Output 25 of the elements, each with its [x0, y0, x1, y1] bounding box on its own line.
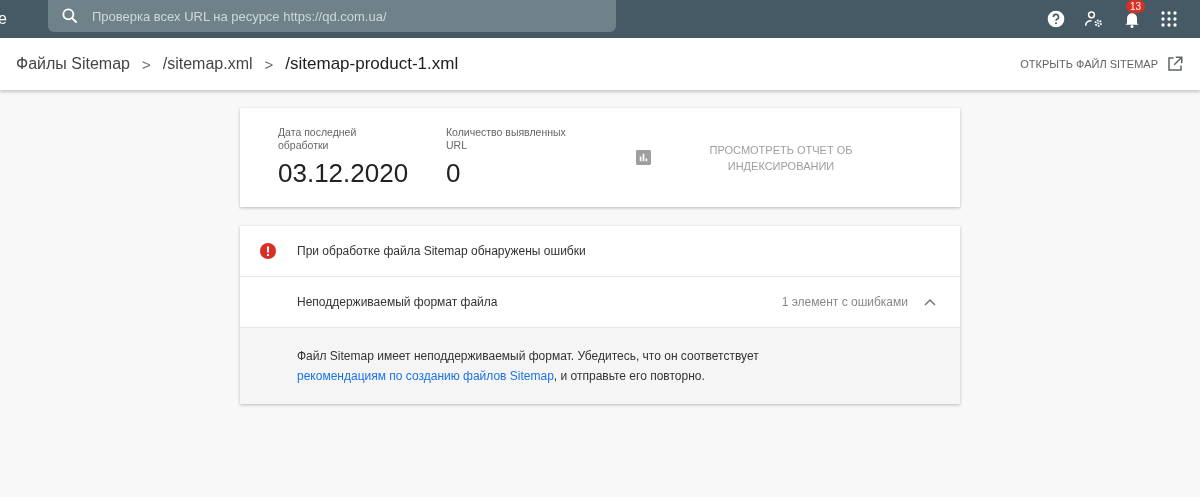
error-title: При обработке файла Sitemap обнаружены ошибки [297, 244, 586, 258]
user-settings-icon[interactable] [1084, 9, 1104, 29]
apps-grid-icon[interactable] [1160, 10, 1178, 28]
stat-label: Количество выявленных URL [446, 126, 567, 152]
external-link-icon [1166, 55, 1184, 73]
stat-label: Дата последней обработки [278, 126, 358, 152]
breadcrumb-link[interactable]: /sitemap.xml [162, 55, 253, 73]
notification-badge: 13 [1126, 0, 1146, 13]
bar-chart-icon [636, 150, 651, 165]
help-icon[interactable] [1046, 9, 1066, 29]
breadcrumb-separator: > [264, 55, 274, 73]
search-icon [60, 6, 80, 26]
error-count: 1 элемент с ошибками [781, 295, 908, 309]
open-sitemap-button[interactable]: ОТКРЫТЬ ФАЙЛ SITEMAP [1020, 55, 1184, 73]
search-field[interactable]: Проверка всех URL на ресурсе https://qd.com.ua/ [48, 0, 616, 32]
guidelines-link[interactable]: рекомендациям по созданию файлов Sitemap [297, 369, 554, 383]
breadcrumb-link[interactable]: /sitemap-product-1.xml [285, 54, 459, 74]
stat-value: 0 [446, 158, 462, 189]
breadcrumb-separator: > [142, 55, 151, 73]
chevron-icon[interactable] [924, 298, 936, 306]
stat-value: 03.12.2020 [278, 158, 410, 189]
error-name: Неподдерживаемый формат файла [297, 295, 499, 309]
breadcrumb-link[interactable]: Файлы Sitemap [16, 55, 130, 73]
error-icon [260, 243, 276, 259]
error-description: Файл Sitemap имеет неподдерживаемый формат. Убедитесь, что он соответствует рекомендациям по созданию файлов Sitemap, и отправьте его повторно. [297, 348, 760, 385]
